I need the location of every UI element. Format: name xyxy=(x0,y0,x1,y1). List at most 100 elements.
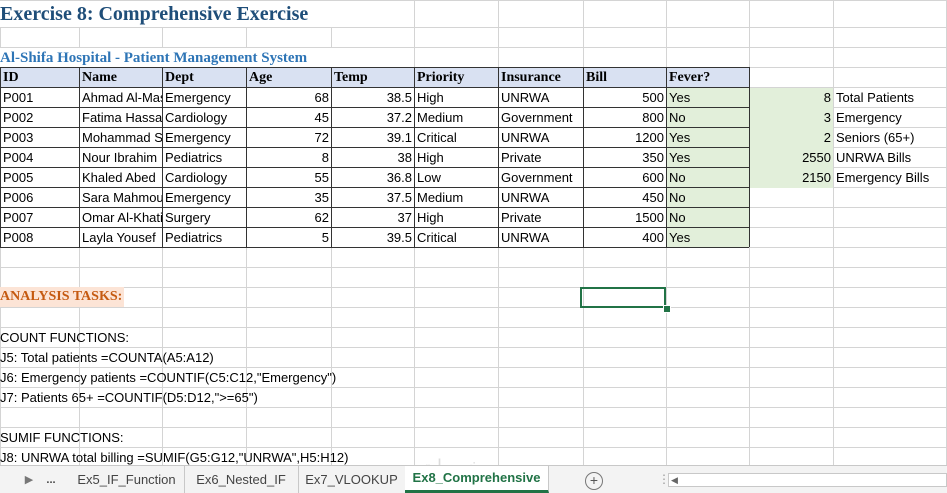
cell-bill[interactable]: 400 xyxy=(584,228,666,247)
cell-insurance[interactable]: UNRWA xyxy=(499,188,583,207)
sheet-tab-ex5-if-function[interactable]: Ex5_IF_Function xyxy=(69,466,185,493)
cell-dept[interactable]: Cardiology xyxy=(163,168,246,187)
cell-dept[interactable]: Emergency xyxy=(163,88,246,107)
cell-temp[interactable]: 38 xyxy=(332,148,414,167)
summary-label[interactable]: Total Patients xyxy=(834,88,947,107)
task-note[interactable]: J8: UNRWA total billing =SUMIF(G5:G12,"U… xyxy=(0,448,348,465)
task-note[interactable]: COUNT FUNCTIONS: xyxy=(0,328,129,348)
cell-id[interactable]: P002 xyxy=(1,108,79,127)
cell-fever[interactable]: Yes xyxy=(667,88,749,107)
cell-id[interactable]: P008 xyxy=(1,228,79,247)
cell-age[interactable]: 5 xyxy=(247,228,331,247)
cell-priority[interactable]: High xyxy=(415,88,498,107)
summary-label[interactable]: Emergency xyxy=(834,108,947,127)
cell-name[interactable]: Ahmad Al-Masri xyxy=(80,88,162,107)
column-header-priority[interactable]: Priority xyxy=(415,68,498,87)
column-header-fever[interactable]: Fever? xyxy=(667,68,749,87)
sheet-tab-ex8-comprehensive[interactable]: Ex8_Comprehensive xyxy=(405,466,549,493)
task-note[interactable]: J7: Patients 65+ =COUNTIF(D5:D12,">=65") xyxy=(0,388,258,408)
cell-age[interactable]: 55 xyxy=(247,168,331,187)
cell-fever[interactable]: Yes xyxy=(667,128,749,147)
cell-temp[interactable]: 38.5 xyxy=(332,88,414,107)
add-sheet-button[interactable]: + xyxy=(585,472,603,490)
cell-name[interactable]: Nour Ibrahim xyxy=(80,148,162,167)
cell-temp[interactable]: 37.2 xyxy=(332,108,414,127)
column-header-temp[interactable]: Temp xyxy=(332,68,414,87)
cell-bill[interactable]: 450 xyxy=(584,188,666,207)
cell-temp[interactable]: 36.8 xyxy=(332,168,414,187)
more-tabs-button[interactable]: ... xyxy=(42,472,60,488)
summary-value[interactable]: 2 xyxy=(750,128,833,147)
cell-priority[interactable]: Medium xyxy=(415,108,498,127)
column-header-bill[interactable]: Bill xyxy=(584,68,666,87)
cell-name[interactable]: Fatima Hassan xyxy=(80,108,162,127)
horizontal-scrollbar[interactable]: ◀ xyxy=(668,473,947,487)
cell-dept[interactable]: Surgery xyxy=(163,208,246,227)
cell-temp[interactable]: 39.5 xyxy=(332,228,414,247)
cell-temp[interactable]: 37 xyxy=(332,208,414,227)
cell-age[interactable]: 45 xyxy=(247,108,331,127)
cell-insurance[interactable]: Private xyxy=(499,148,583,167)
cell-dept[interactable]: Emergency xyxy=(163,128,246,147)
cell-dept[interactable]: Cardiology xyxy=(163,108,246,127)
worksheet-grid[interactable]: Exercise 8: Comprehensive Exercise Al-Sh… xyxy=(0,0,947,465)
task-note[interactable]: J6: Emergency patients =COUNTIF(C5:C12,"… xyxy=(0,368,336,388)
cell-temp[interactable]: 37.5 xyxy=(332,188,414,207)
cell-insurance[interactable]: Government xyxy=(499,168,583,187)
cell-fever[interactable]: No xyxy=(667,188,749,207)
cell-fever[interactable]: No xyxy=(667,168,749,187)
scroll-tabs-right-icon[interactable]: ▶ xyxy=(20,472,38,488)
cell-fever[interactable]: No xyxy=(667,108,749,127)
sheet-tab-ex7-vlookup[interactable]: Ex7_VLOOKUP xyxy=(298,466,406,493)
cell-dept[interactable]: Pediatrics xyxy=(163,148,246,167)
column-header-name[interactable]: Name xyxy=(80,68,162,87)
cell-age[interactable]: 35 xyxy=(247,188,331,207)
cell-name[interactable]: Sara Mahmoud xyxy=(80,188,162,207)
column-header-insurance[interactable]: Insurance xyxy=(499,68,583,87)
fill-handle[interactable] xyxy=(663,305,671,313)
cell-priority[interactable]: Medium xyxy=(415,188,498,207)
task-note[interactable]: SUMIF FUNCTIONS: xyxy=(0,428,124,448)
scroll-left-arrow-icon[interactable]: ◀ xyxy=(671,474,678,486)
cell-insurance[interactable]: Government xyxy=(499,108,583,127)
cell-id[interactable]: P001 xyxy=(1,88,79,107)
cell-insurance[interactable]: UNRWA xyxy=(499,128,583,147)
cell-fever[interactable]: Yes xyxy=(667,148,749,167)
summary-value[interactable]: 2550 xyxy=(750,148,833,167)
task-note[interactable]: J5: Total patients =COUNTA(A5:A12) xyxy=(0,348,214,368)
cell-priority[interactable]: High xyxy=(415,208,498,227)
cell-name[interactable]: Khaled Abed xyxy=(80,168,162,187)
cell-fever[interactable]: Yes xyxy=(667,228,749,247)
cell-dept[interactable]: Emergency xyxy=(163,188,246,207)
selected-cell[interactable] xyxy=(580,287,666,308)
cell-id[interactable]: P006 xyxy=(1,188,79,207)
cell-insurance[interactable]: UNRWA xyxy=(499,88,583,107)
cell-bill[interactable]: 500 xyxy=(584,88,666,107)
cell-id[interactable]: P004 xyxy=(1,148,79,167)
cell-name[interactable]: Omar Al-Khatib xyxy=(80,208,162,227)
cell-temp[interactable]: 39.1 xyxy=(332,128,414,147)
cell-age[interactable]: 8 xyxy=(247,148,331,167)
sheet-tab-ex6-nested-if[interactable]: Ex6_Nested_IF xyxy=(184,466,299,493)
column-header-id[interactable]: ID xyxy=(1,68,79,87)
column-header-dept[interactable]: Dept xyxy=(163,68,246,87)
cell-priority[interactable]: Critical xyxy=(415,128,498,147)
cell-id[interactable]: P007 xyxy=(1,208,79,227)
cell-age[interactable]: 68 xyxy=(247,88,331,107)
cell-priority[interactable]: Critical xyxy=(415,228,498,247)
cell-priority[interactable]: High xyxy=(415,148,498,167)
cell-priority[interactable]: Low xyxy=(415,168,498,187)
cell-name[interactable]: Layla Yousef xyxy=(80,228,162,247)
summary-label[interactable]: Emergency Bills xyxy=(834,168,947,187)
cell-fever[interactable]: No xyxy=(667,208,749,227)
summary-value[interactable]: 3 xyxy=(750,108,833,127)
cell-bill[interactable]: 600 xyxy=(584,168,666,187)
summary-label[interactable]: Seniors (65+) xyxy=(834,128,947,147)
cell-dept[interactable]: Pediatrics xyxy=(163,228,246,247)
cell-age[interactable]: 72 xyxy=(247,128,331,147)
summary-value[interactable]: 2150 xyxy=(750,168,833,187)
cell-id[interactable]: P003 xyxy=(1,128,79,147)
cell-insurance[interactable]: UNRWA xyxy=(499,228,583,247)
cell-name[interactable]: Mohammad Saleh xyxy=(80,128,162,147)
column-header-age[interactable]: Age xyxy=(247,68,331,87)
